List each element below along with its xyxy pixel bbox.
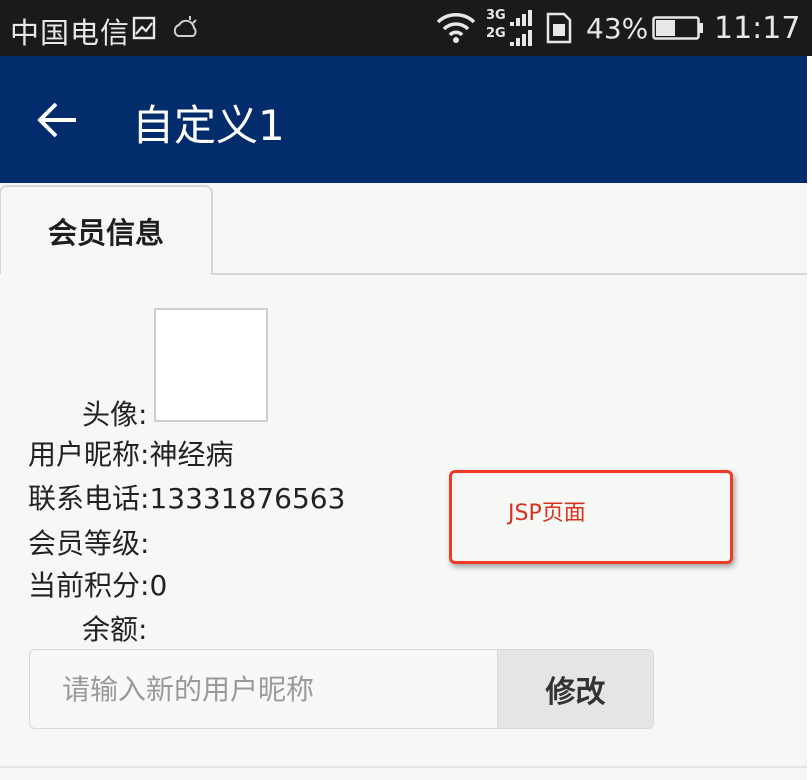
phone-label: 联系电话: xyxy=(28,482,150,515)
bottom-divider xyxy=(0,766,807,768)
avatar xyxy=(154,308,268,422)
page-title: 自定义1 xyxy=(132,101,285,150)
clock: 11:17 xyxy=(714,11,801,46)
content-area: 会员信息 头像: 用户昵称:神经病 联系电话:13331876563 会员等级:… xyxy=(0,183,807,780)
network-type-top: 3G xyxy=(486,8,506,23)
nickname-row: 用户昵称:神经病 xyxy=(28,433,233,473)
battery-icon xyxy=(652,16,703,40)
status-bar: 中国电信 3G 2G 43% 11:17 xyxy=(0,0,812,56)
battery-percent: 43% xyxy=(586,12,649,45)
tab-member-info[interactable]: 会员信息 xyxy=(0,185,213,274)
nickname-input[interactable] xyxy=(29,649,497,729)
app-bar: 自定义1 xyxy=(0,56,807,183)
network-type-bottom: 2G xyxy=(486,26,506,41)
wifi-icon xyxy=(436,13,476,43)
points-row: 当前积分:0 xyxy=(28,564,167,604)
nickname-value: 神经病 xyxy=(149,438,234,471)
image-icon xyxy=(132,16,156,40)
points-label: 当前积分: xyxy=(28,569,150,602)
annotation-box: JSP页面 xyxy=(449,470,733,564)
phone-row: 联系电话:13331876563 xyxy=(28,477,345,517)
avatar-label: 头像: xyxy=(82,398,148,431)
phone-value: 13331876563 xyxy=(149,482,346,515)
signal-icon: 3G 2G xyxy=(486,8,534,48)
sim-icon xyxy=(546,12,572,44)
level-row: 会员等级: xyxy=(28,522,149,562)
weather-icon xyxy=(173,16,197,37)
level-label: 会员等级: xyxy=(28,527,150,560)
tab-divider xyxy=(212,273,807,275)
modify-button[interactable]: 修改 xyxy=(497,649,654,729)
balance-label: 余额: xyxy=(82,613,148,646)
screen-edge xyxy=(807,56,812,780)
arrow-left-icon[interactable] xyxy=(36,101,80,139)
points-value: 0 xyxy=(149,569,168,602)
annotation-label: JSP页面 xyxy=(508,501,586,526)
balance-row: 余额: xyxy=(82,608,147,648)
nickname-label: 用户昵称: xyxy=(28,438,150,471)
carrier-name: 中国电信 xyxy=(10,16,131,50)
